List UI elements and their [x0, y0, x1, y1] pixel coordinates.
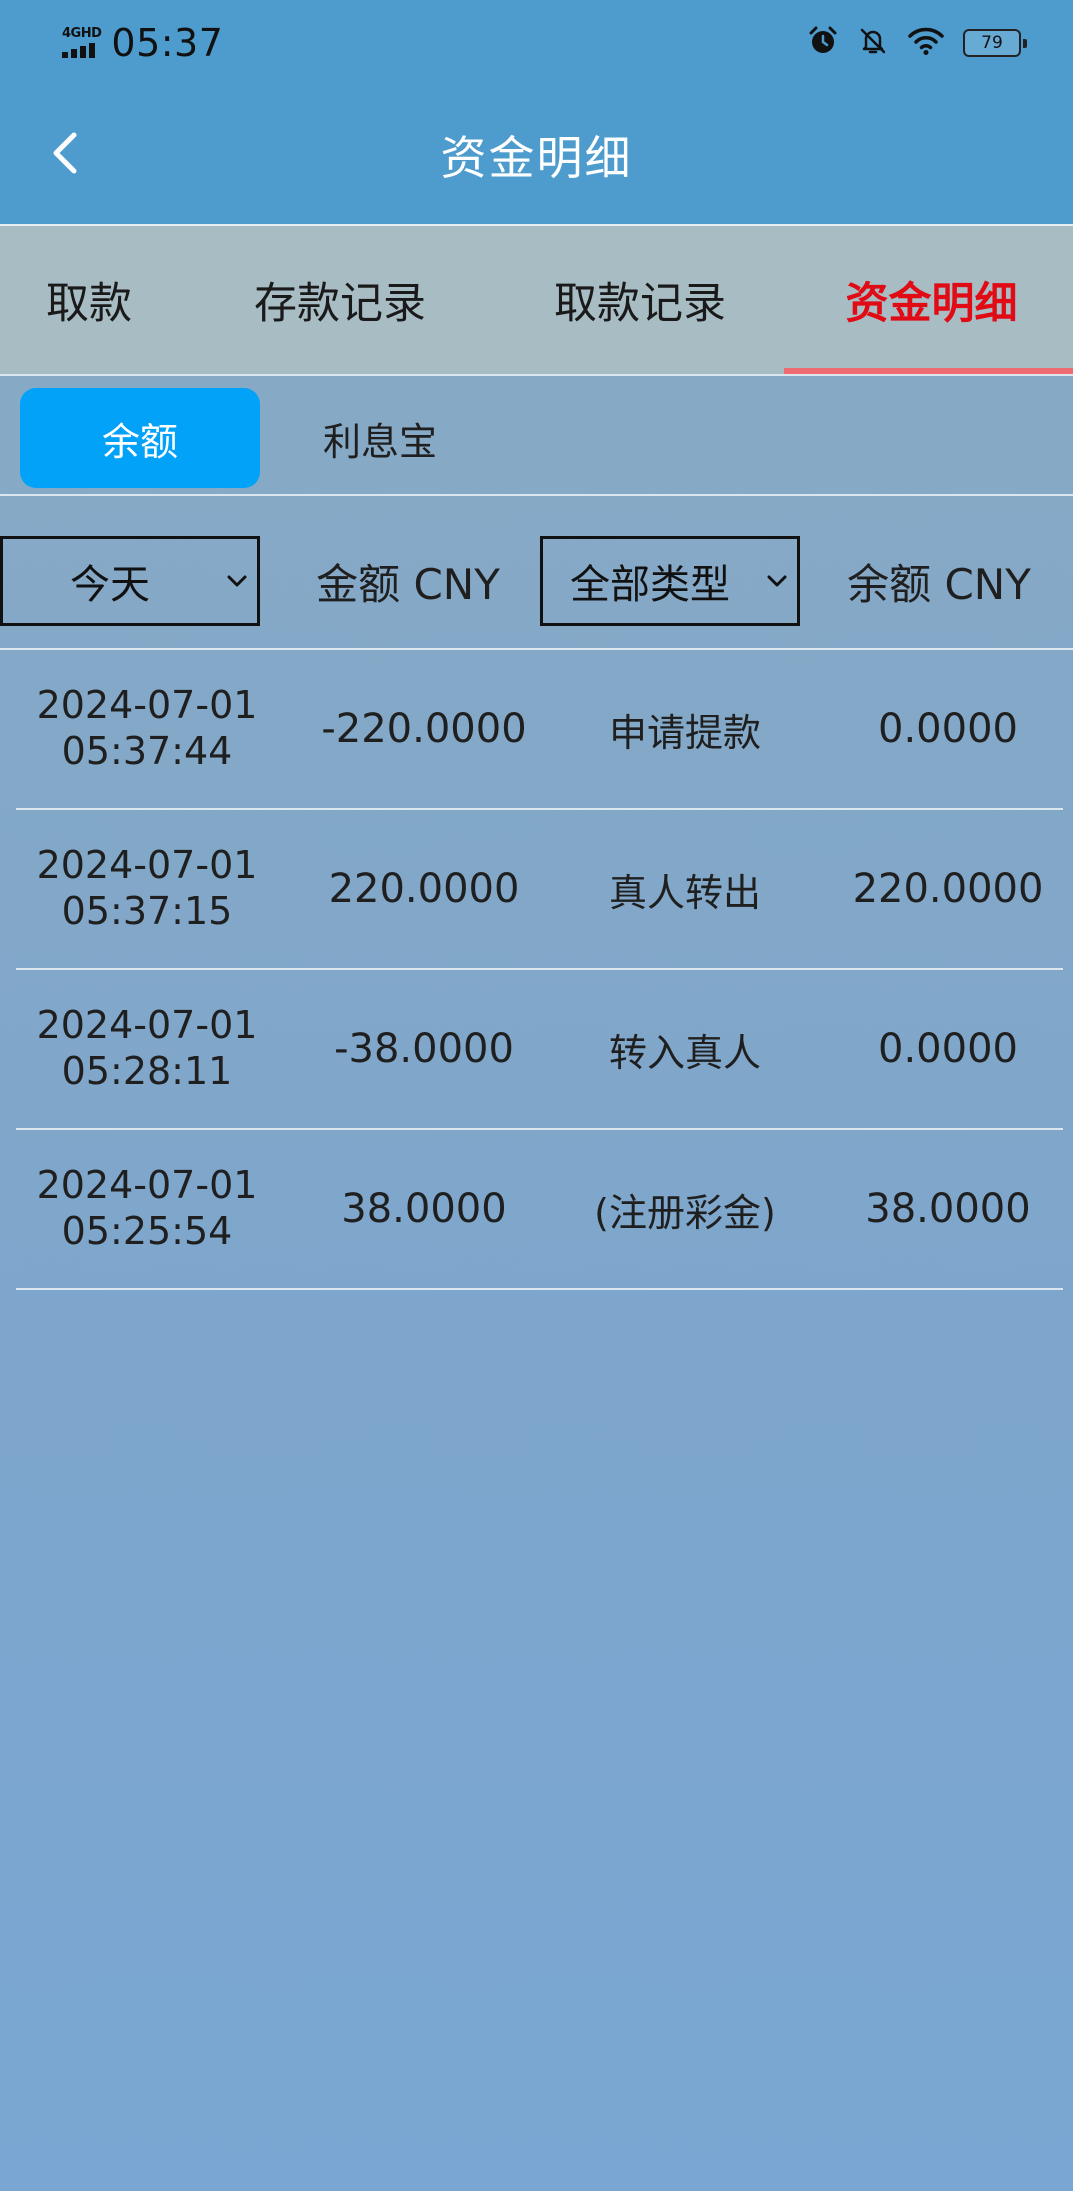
balance-column-header: 余额 CNY [847, 559, 1031, 609]
chevron-down-icon [757, 574, 797, 588]
record-type: 转入真人 [608, 1030, 761, 1075]
record-row[interactable]: 2024-07-01 05:37:15 220.0000 真人转出 220.00… [16, 810, 1063, 970]
network-type: 4GHD [62, 26, 102, 41]
record-date: 2024-07-01 [36, 1163, 258, 1208]
battery-icon: 79 [963, 28, 1027, 57]
record-date: 2024-07-01 [36, 683, 258, 728]
type-select[interactable]: 全部类型 [540, 536, 800, 626]
sub-tab-bar: 余额 利息宝 [0, 374, 1073, 496]
status-bar: 4GHD 05:37 79 [0, 0, 1073, 85]
record-balance: 0.0000 [878, 1026, 1018, 1072]
record-row[interactable]: 2024-07-01 05:37:44 -220.0000 申请提款 0.000… [16, 650, 1063, 810]
back-button[interactable] [36, 125, 96, 185]
status-right: 79 [807, 25, 1027, 61]
app-header: 资金明细 [0, 85, 1073, 224]
date-range-select[interactable]: 今天 [0, 536, 260, 626]
tab-withdraw[interactable]: 取款 [0, 226, 178, 374]
page-title: 资金明细 [440, 130, 633, 185]
tab-fund-details[interactable]: 资金明细 [790, 226, 1073, 374]
record-date: 2024-07-01 [36, 1003, 258, 1048]
record-balance: 220.0000 [852, 866, 1044, 912]
record-balance: 0.0000 [878, 706, 1018, 752]
record-amount: -220.0000 [321, 706, 527, 752]
alarm-icon [807, 25, 839, 61]
tab-withdraw-records[interactable]: 取款记录 [500, 226, 780, 374]
record-amount: 38.0000 [341, 1186, 507, 1232]
status-time: 05:37 [111, 20, 224, 65]
record-amount: 220.0000 [328, 866, 520, 912]
record-time: 05:37:15 [61, 889, 233, 933]
cellular-signal-icon: 4GHD [62, 26, 102, 58]
record-row[interactable]: 2024-07-01 05:28:11 -38.0000 转入真人 0.0000 [16, 970, 1063, 1130]
record-time: 05:28:11 [61, 1049, 233, 1093]
record-datetime: 2024-07-01 05:25:54 [16, 1130, 278, 1288]
filter-row: 今天 金额 CNY 全部类型 余额 CNY [0, 496, 1073, 650]
record-date: 2024-07-01 [36, 843, 258, 888]
record-datetime: 2024-07-01 05:37:15 [16, 810, 278, 968]
fund-records-list: 2024-07-01 05:37:44 -220.0000 申请提款 0.000… [16, 650, 1063, 1290]
wifi-icon [907, 26, 945, 60]
record-time: 05:37:44 [61, 729, 233, 773]
record-type: 申请提款 [608, 710, 761, 755]
amount-column-header: 金额 CNY [316, 559, 500, 609]
record-type: 真人转出 [608, 870, 761, 915]
signal-bars [62, 43, 95, 58]
record-amount: -38.0000 [334, 1026, 514, 1072]
type-select-value: 全部类型 [570, 562, 730, 608]
mute-bell-icon [857, 25, 889, 61]
record-type: (注册彩金) [594, 1190, 776, 1235]
record-balance: 38.0000 [865, 1186, 1031, 1232]
chevron-down-icon [217, 574, 257, 588]
record-row[interactable]: 2024-07-01 05:25:54 38.0000 (注册彩金) 38.00… [16, 1130, 1063, 1290]
record-time: 05:25:54 [61, 1209, 233, 1253]
subtab-balance[interactable]: 余额 [20, 388, 260, 488]
date-range-value: 今天 [70, 562, 150, 608]
record-datetime: 2024-07-01 05:37:44 [16, 650, 278, 808]
main-tab-bar: 取款 存款记录 取款记录 资金明细 [0, 224, 1073, 374]
battery-level: 79 [981, 32, 1003, 53]
record-datetime: 2024-07-01 05:28:11 [16, 970, 278, 1128]
status-left: 4GHD 05:37 [62, 21, 223, 65]
chevron-left-icon [48, 131, 84, 179]
subtab-interest[interactable]: 利息宝 [260, 388, 500, 488]
tab-deposit-records[interactable]: 存款记录 [200, 226, 480, 374]
